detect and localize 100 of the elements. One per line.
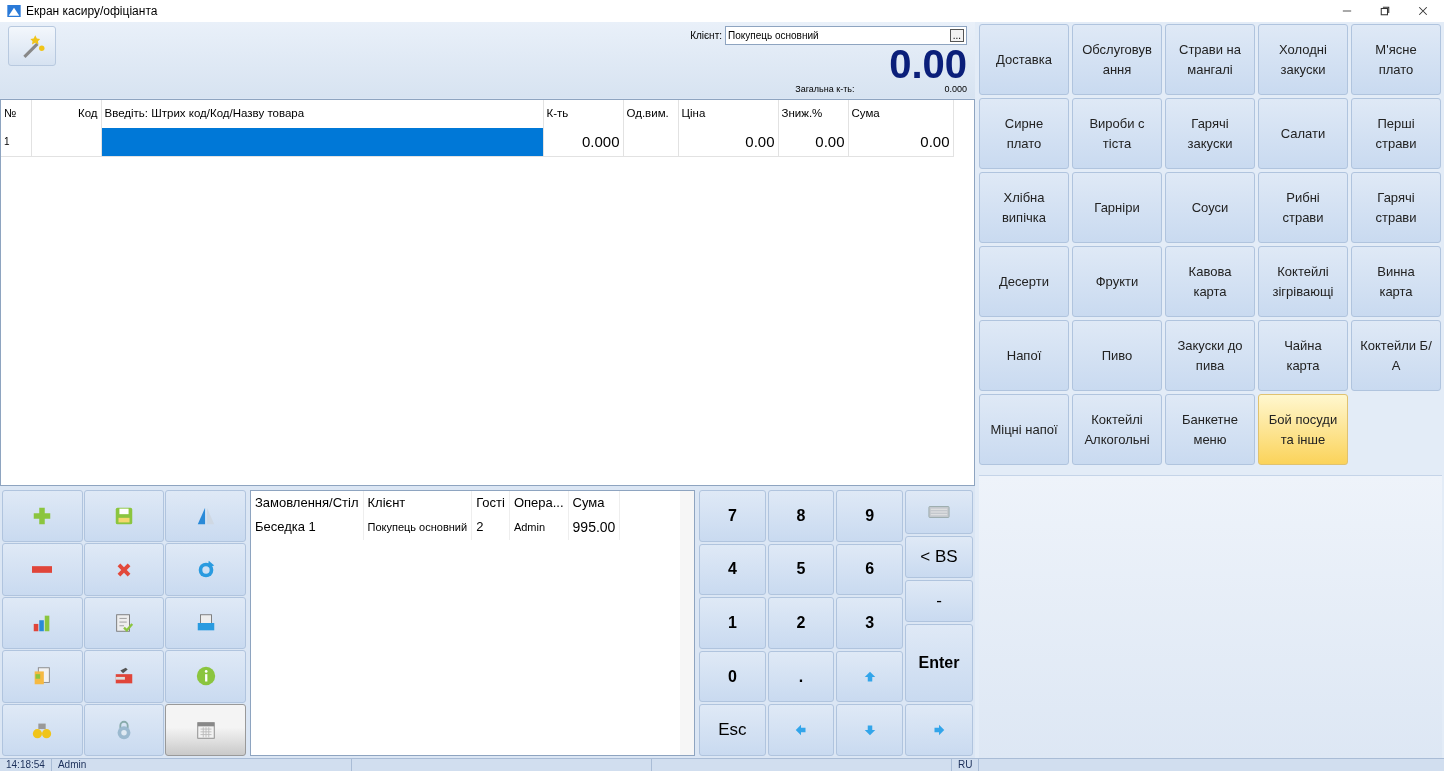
tool-button[interactable]: [2, 650, 83, 703]
category-button[interactable]: Хлібна випічка: [979, 172, 1069, 243]
key-button[interactable]: 4: [699, 543, 766, 596]
tool-button[interactable]: [165, 543, 246, 596]
table-cell: Беседка 1: [251, 514, 363, 540]
column-header: Гості: [471, 491, 510, 515]
category-button[interactable]: Гарячі закуски: [1165, 98, 1255, 169]
key-button[interactable]: Enter: [905, 623, 973, 702]
category-button[interactable]: Закуски до пива: [1165, 320, 1255, 391]
category-button[interactable]: Бой посуди та інше: [1258, 394, 1348, 465]
tool-button[interactable]: [165, 490, 246, 543]
column-header: Клієнт: [363, 491, 472, 515]
tool-button[interactable]: [165, 703, 246, 756]
category-button[interactable]: Рибні страви: [1258, 172, 1348, 243]
key-button[interactable]: [905, 703, 973, 756]
key-button[interactable]: 8: [767, 490, 835, 542]
category-button[interactable]: Міцні напої: [979, 394, 1069, 465]
column-header: Зниж.%: [778, 100, 848, 128]
column-header: Код: [31, 100, 101, 128]
close-icon: [1418, 6, 1428, 16]
category-button[interactable]: Пиво: [1072, 320, 1162, 391]
key-button[interactable]: -: [905, 579, 973, 622]
input-field[interactable]: [101, 128, 543, 156]
column-header: Опера...: [509, 491, 569, 515]
table-cell: 0.000: [543, 128, 623, 156]
tool-button[interactable]: [2, 596, 83, 650]
category-button[interactable]: Вироби с тіста: [1072, 98, 1162, 169]
tool-button[interactable]: [165, 596, 246, 650]
key-button[interactable]: [836, 704, 903, 756]
tool-button[interactable]: [2, 703, 83, 756]
table-cell: 1: [1, 128, 31, 156]
checklist-icon: [113, 612, 135, 634]
tool-button[interactable]: [83, 650, 165, 703]
browse-button[interactable]: ...: [949, 29, 964, 42]
column-header: №: [1, 100, 31, 128]
table-cell: 995.00: [568, 514, 620, 540]
key-button[interactable]: 9: [836, 490, 903, 542]
quantity-label: Загальна к-ть:: [795, 83, 855, 96]
tool-button[interactable]: [165, 650, 246, 703]
category-button[interactable]: Десерти: [979, 246, 1069, 317]
key-button[interactable]: 7: [699, 490, 766, 542]
column-header: К-ть: [543, 100, 623, 128]
key-button[interactable]: 6: [836, 543, 903, 596]
category-button[interactable]: Напої: [979, 320, 1069, 391]
key-button[interactable]: [836, 650, 903, 703]
key-button[interactable]: 1: [699, 597, 766, 649]
key-button[interactable]: [767, 704, 835, 756]
key-button[interactable]: [905, 490, 973, 534]
category-button[interactable]: М'ясне плато: [1351, 24, 1441, 95]
category-button[interactable]: Доставка: [979, 24, 1069, 95]
category-button[interactable]: Коктейлі Алкогольні: [1072, 394, 1162, 465]
status-time: 14:18:54: [0, 759, 52, 771]
scrollbar[interactable]: [680, 491, 694, 755]
key-button[interactable]: .: [767, 650, 835, 703]
status-user: Admin: [51, 759, 352, 771]
key-button[interactable]: 3: [836, 597, 903, 649]
tool-button[interactable]: [83, 543, 165, 596]
key-button[interactable]: 5: [767, 543, 835, 596]
table-cell: 0.00: [678, 128, 778, 156]
column-header: Сума: [848, 100, 953, 128]
client-field[interactable]: Покупець основний ...: [725, 26, 967, 45]
info-icon: [194, 665, 217, 688]
status-language: RU: [951, 759, 980, 771]
category-button[interactable]: Чайна карта: [1258, 320, 1348, 391]
category-button[interactable]: Салати: [1258, 98, 1348, 169]
column-header: Замовлення/Стіл: [251, 491, 363, 515]
column-header: Сума: [568, 491, 620, 515]
category-button[interactable]: Страви на мангалі: [1165, 24, 1255, 95]
category-button[interactable]: Гарячі страви: [1351, 172, 1441, 243]
category-button[interactable]: Винна карта: [1351, 246, 1441, 317]
key-button[interactable]: Esc: [699, 704, 766, 756]
category-button[interactable]: Перші страви: [1351, 98, 1441, 169]
category-button[interactable]: Кавова карта: [1165, 246, 1255, 317]
key-button[interactable]: < BS: [905, 535, 973, 578]
magic-wand-button[interactable]: [8, 26, 56, 66]
tool-button[interactable]: [83, 490, 165, 543]
maximize-icon: [1380, 6, 1390, 16]
category-button[interactable]: Фрукти: [1072, 246, 1162, 317]
table-cell: Admin: [509, 514, 569, 540]
window-title: Екран касиру/офіціанта: [26, 3, 158, 20]
quantity-value: 0.000: [944, 83, 967, 96]
category-button[interactable]: Соуси: [1165, 172, 1255, 243]
category-button[interactable]: Гарніри: [1072, 172, 1162, 243]
category-button[interactable]: Сирне плато: [979, 98, 1069, 169]
key-button[interactable]: 0: [699, 650, 766, 703]
tool-button[interactable]: [2, 490, 83, 543]
column-header: Ціна: [678, 100, 778, 128]
category-button[interactable]: Коктейли Б/А: [1351, 320, 1441, 391]
category-button[interactable]: Банкетне меню: [1165, 394, 1255, 465]
table-cell: 2: [471, 514, 510, 540]
category-button[interactable]: Коктейлі зігрівающі: [1258, 246, 1348, 317]
tool-button[interactable]: [2, 543, 83, 596]
column-header: Од.вим.: [623, 100, 678, 128]
table-cell: Покупець основний: [363, 514, 472, 540]
table-cell: 0.00: [778, 128, 848, 156]
key-button[interactable]: 2: [767, 597, 835, 649]
tool-button[interactable]: [83, 596, 165, 650]
category-button[interactable]: Холодні закуски: [1258, 24, 1348, 95]
category-button[interactable]: Обслуговування: [1072, 24, 1162, 95]
tool-button[interactable]: [83, 703, 165, 756]
